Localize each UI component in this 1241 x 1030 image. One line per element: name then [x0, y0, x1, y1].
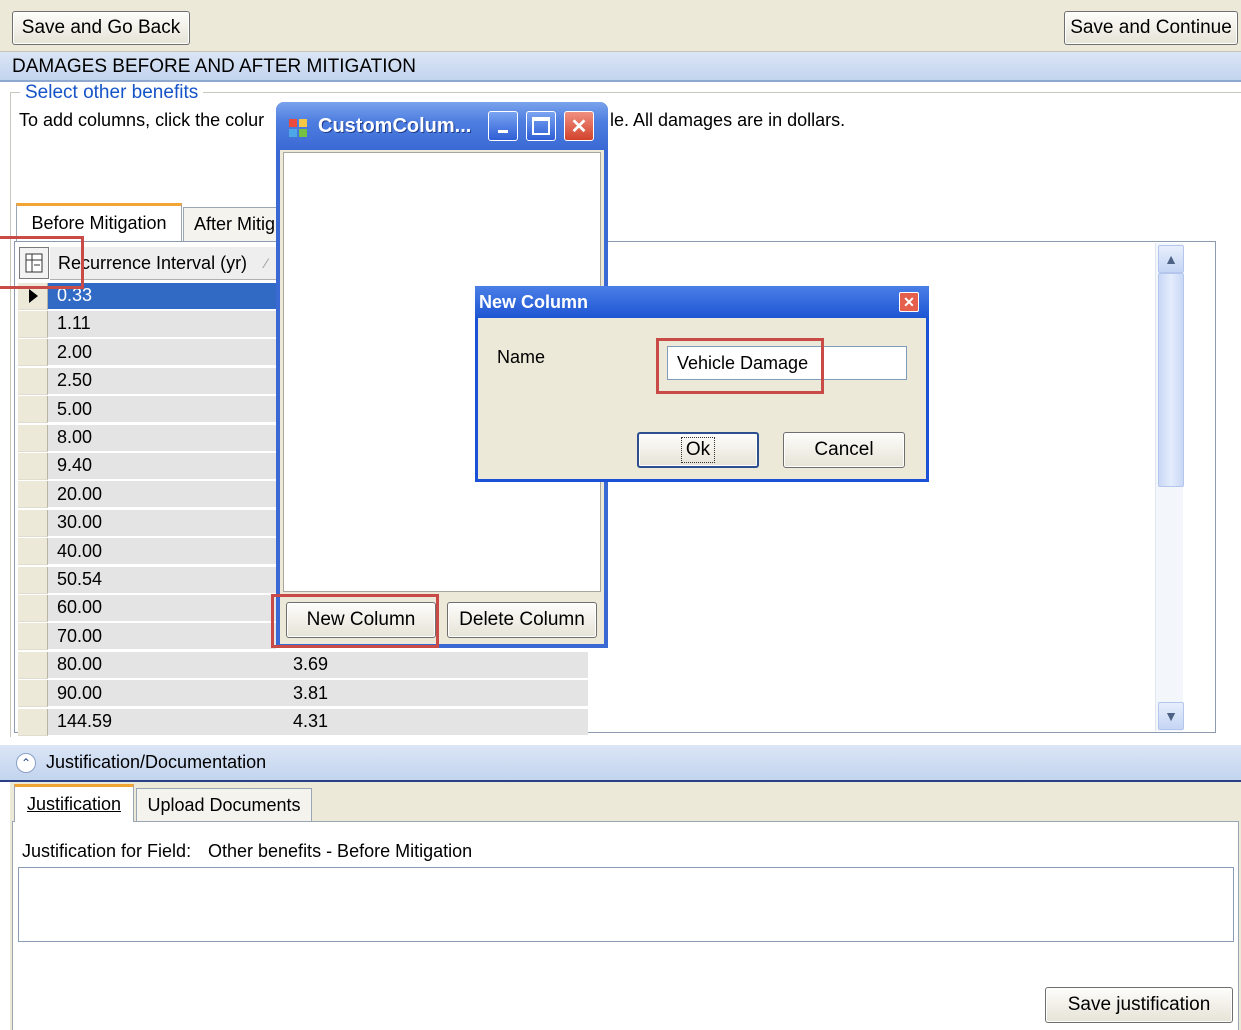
minimize-icon[interactable] [488, 111, 518, 141]
save-justification-button[interactable]: Save justification [1045, 987, 1233, 1023]
close-icon[interactable]: ✕ [564, 111, 594, 141]
instructions-text-left: To add columns, click the colur [19, 110, 265, 130]
damage-value-cell[interactable]: 3.81 [276, 680, 588, 708]
recurrence-interval-cell[interactable]: 60.00 [48, 594, 276, 622]
table-row[interactable]: 90.00 3.81 [18, 680, 588, 708]
scroll-up-icon[interactable]: ▲ [1158, 245, 1184, 273]
recurrence-interval-cell[interactable]: 2.00 [48, 339, 276, 367]
tab-justification[interactable]: Justification [14, 784, 134, 822]
recurrence-interval-cell[interactable]: 70.00 [48, 623, 276, 651]
cancel-button[interactable]: Cancel [783, 432, 905, 468]
save-and-continue-button[interactable]: Save and Continue [1064, 11, 1238, 45]
tab-upload-documents-label: Upload Documents [147, 794, 301, 815]
dialog-close-icon[interactable]: ✕ [899, 292, 919, 312]
window-app-icon [288, 118, 307, 137]
recurrence-interval-cell[interactable]: 90.00 [48, 680, 276, 708]
recurrence-interval-cell[interactable]: 1.11 [48, 310, 276, 338]
recurrence-interval-cell[interactable]: 2.50 [48, 367, 276, 395]
section-header: DAMAGES BEFORE AND AFTER MITIGATION [0, 52, 1241, 82]
recurrence-interval-cell[interactable]: 20.00 [48, 481, 276, 509]
highlight-name-input [656, 338, 824, 394]
justification-header[interactable]: ⌃ Justification/Documentation [0, 745, 1241, 782]
save-and-go-back-button[interactable]: Save and Go Back [12, 11, 190, 45]
row-header[interactable] [18, 623, 48, 651]
row-header[interactable] [18, 396, 48, 424]
recurrence-interval-cell[interactable]: 30.00 [48, 509, 276, 537]
recurrence-interval-cell[interactable]: 50.54 [48, 566, 276, 594]
tab-justification-label: Justification [26, 794, 122, 814]
row-header[interactable] [18, 509, 48, 537]
tab-after-mitigation[interactable]: After Mitig [183, 207, 283, 241]
recurrence-interval-cell[interactable]: 9.40 [48, 452, 276, 480]
ok-button-label: Ok [680, 437, 716, 463]
scroll-thumb[interactable] [1158, 273, 1184, 487]
tab-upload-documents[interactable]: Upload Documents [136, 788, 312, 821]
justification-field-label: Justification for Field: [22, 841, 192, 861]
recurrence-interval-cell[interactable]: 5.00 [48, 396, 276, 424]
recurrence-interval-header: Recurrence Interval (yr) [58, 252, 248, 273]
custom-column-title: CustomColum... [318, 115, 472, 137]
ok-button[interactable]: Ok [637, 432, 759, 468]
justification-title: Justification/Documentation [46, 752, 267, 772]
new-column-dialog-titlebar[interactable]: New Column ✕ [475, 286, 929, 318]
damage-value-cell[interactable]: 3.69 [276, 651, 588, 679]
damage-value-cell[interactable]: 4.31 [276, 708, 588, 736]
recurrence-interval-cell[interactable]: 8.00 [48, 424, 276, 452]
row-header[interactable] [18, 594, 48, 622]
row-header[interactable] [18, 538, 48, 566]
sort-indicator-icon: ⁄ [265, 255, 268, 271]
recurrence-interval-cell[interactable]: 80.00 [48, 651, 276, 679]
group-label: Select other benefits [20, 82, 204, 104]
highlight-new-column-button [271, 594, 439, 648]
maximize-icon[interactable] [526, 111, 556, 141]
row-header[interactable] [18, 566, 48, 594]
recurrence-interval-cell[interactable]: 144.59 [48, 708, 276, 736]
highlight-column-chooser [0, 236, 84, 289]
row-header[interactable] [18, 708, 48, 736]
row-header[interactable] [18, 651, 48, 679]
justification-field-value: Other benefits - Before Mitigation [208, 841, 473, 861]
instructions-text-right: le. All damages are in dollars. [610, 110, 846, 130]
scroll-down-icon[interactable]: ▼ [1158, 702, 1184, 730]
section-title: DAMAGES BEFORE AND AFTER MITIGATION [12, 56, 416, 77]
recurrence-interval-cell[interactable]: 40.00 [48, 538, 276, 566]
row-header[interactable] [18, 310, 48, 338]
row-header[interactable] [18, 452, 48, 480]
row-header[interactable] [18, 424, 48, 452]
delete-column-button[interactable]: Delete Column [447, 602, 597, 638]
custom-column-titlebar[interactable]: CustomColum... ✕ [276, 102, 608, 150]
table-row[interactable]: 80.00 3.69 [18, 651, 588, 679]
grid-scrollbar[interactable]: ▲ ▼ [1155, 243, 1184, 731]
row-header[interactable] [18, 339, 48, 367]
row-header[interactable] [18, 481, 48, 509]
name-label: Name [497, 347, 546, 367]
row-header[interactable] [18, 367, 48, 395]
current-row-arrow-icon [29, 288, 38, 303]
table-row[interactable]: 144.59 4.31 [18, 708, 588, 736]
collapse-icon[interactable]: ⌃ [16, 753, 36, 773]
new-column-dialog-title: New Column [479, 292, 589, 312]
justification-textarea[interactable] [18, 867, 1234, 942]
row-header[interactable] [18, 680, 48, 708]
